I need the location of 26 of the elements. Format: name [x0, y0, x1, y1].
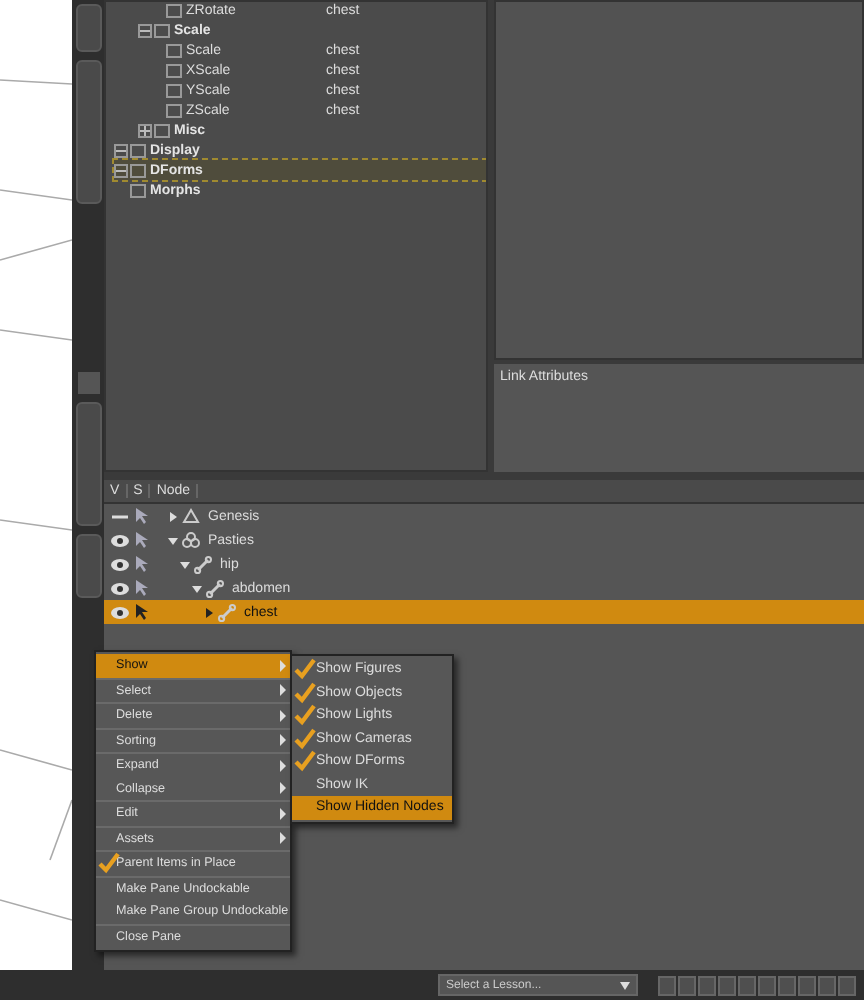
- pane-menu-icon[interactable]: [77, 372, 99, 394]
- side-tab[interactable]: [75, 4, 101, 52]
- eye-icon[interactable]: [110, 557, 130, 571]
- group-icon: [182, 532, 200, 548]
- eye-icon[interactable]: [110, 581, 130, 595]
- expand-arrow-icon[interactable]: [204, 607, 214, 617]
- parameter-icon: [166, 3, 182, 17]
- eye-icon[interactable]: [110, 605, 130, 619]
- collapse-arrow-icon[interactable]: [192, 583, 202, 593]
- expand-arrow-icon[interactable]: [168, 511, 178, 521]
- side-tab[interactable]: [75, 402, 101, 526]
- bone-icon: [194, 555, 212, 573]
- collapse-arrow-icon[interactable]: [168, 535, 178, 545]
- bone-icon: [218, 603, 236, 621]
- collapse-arrow-icon[interactable]: [180, 559, 190, 569]
- collapse-icon[interactable]: [114, 143, 128, 157]
- collapse-icon[interactable]: [114, 163, 128, 177]
- side-tab[interactable]: [75, 60, 101, 204]
- side-tab[interactable]: [75, 534, 101, 598]
- group-icon: [154, 23, 170, 37]
- bone-icon: [206, 579, 224, 597]
- collapse-icon[interactable]: [138, 23, 152, 37]
- dropdown-caret-icon: [620, 981, 630, 989]
- eye-icon[interactable]: [110, 533, 130, 547]
- figure-icon: [182, 508, 200, 524]
- expand-icon[interactable]: [138, 123, 152, 137]
